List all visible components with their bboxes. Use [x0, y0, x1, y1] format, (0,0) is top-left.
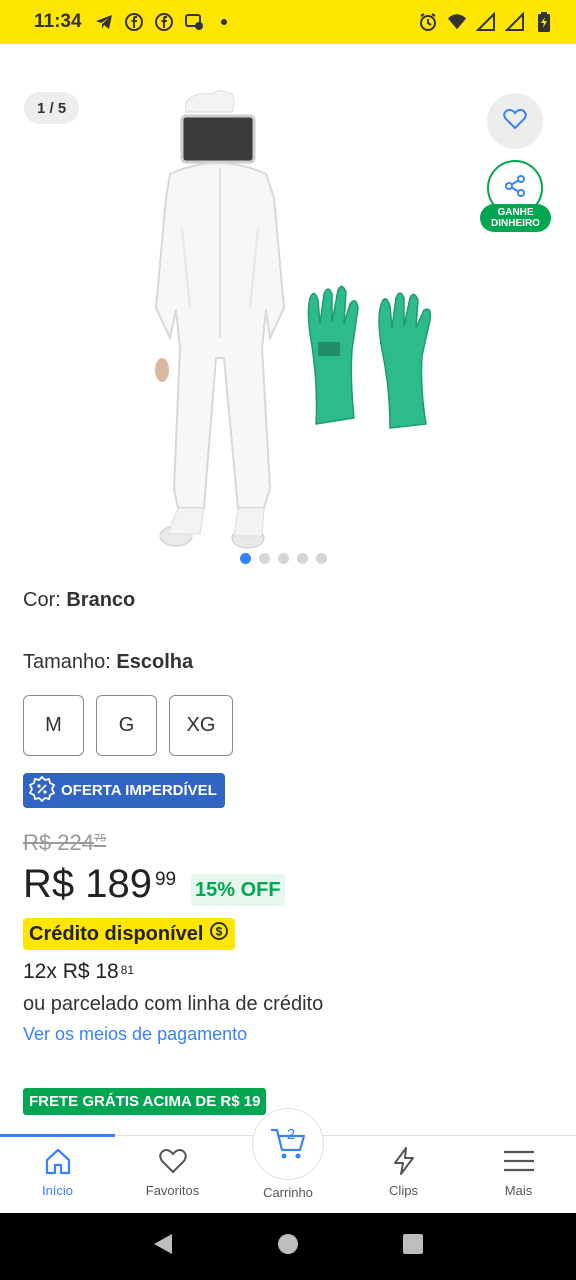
payment-methods-link[interactable]: Ver os meios de pagamento: [23, 1024, 247, 1045]
credit-available-badge: Crédito disponível $: [23, 918, 236, 950]
nav-item-home[interactable]: Início: [0, 1146, 115, 1198]
system-navigation-bar: [0, 1213, 576, 1280]
coin-icon: $: [209, 921, 229, 947]
discount-badge: 15% OFF: [191, 874, 285, 906]
nav-item-clips[interactable]: Clips: [346, 1146, 461, 1198]
telegram-icon: [94, 12, 114, 32]
dot-icon: [214, 12, 234, 32]
share-icon: [503, 174, 527, 203]
facebook-icon: [154, 12, 174, 32]
heart-icon: [503, 108, 527, 135]
cart-icon: 2: [268, 1122, 308, 1167]
recents-icon[interactable]: [402, 1233, 424, 1260]
pagination-dot[interactable]: [259, 553, 270, 564]
active-tab-indicator: [0, 1134, 115, 1137]
heart-icon: [158, 1146, 188, 1179]
battery-icon: [534, 12, 554, 32]
old-price: R$ 22475: [23, 830, 107, 855]
discount-seal-icon: [28, 775, 56, 806]
home-icon: [43, 1146, 73, 1179]
size-option-g[interactable]: G: [96, 695, 157, 756]
pagination-dot[interactable]: [297, 553, 308, 564]
facebook-icon: [124, 12, 144, 32]
free-shipping-badge: FRETE GRÁTIS ACIMA DE R$ 19: [23, 1088, 267, 1115]
pagination-dot[interactable]: [240, 553, 251, 564]
favorite-button[interactable]: [487, 93, 543, 149]
cart-label[interactable]: Carrinho: [230, 1185, 346, 1200]
pagination-dot[interactable]: [278, 553, 289, 564]
status-bar: 11:34: [0, 0, 576, 44]
back-icon[interactable]: [152, 1232, 174, 1261]
color-value: Branco: [66, 589, 136, 611]
size-option-m[interactable]: M: [23, 695, 84, 756]
wifi-icon: [447, 12, 467, 32]
product-gallery[interactable]: 1 / 5 GANHE DINHEIRO: [0, 44, 576, 574]
bottom-navigation: Início Favoritos 2 Carrinho Clips Mais: [0, 1108, 576, 1213]
gallery-pagination[interactable]: [240, 553, 327, 564]
status-time: 11:34: [34, 11, 82, 32]
svg-text:$: $: [216, 925, 223, 939]
nav-item-favorites[interactable]: Favoritos: [115, 1146, 230, 1198]
size-value: Escolha: [116, 651, 194, 673]
signal-icon: [505, 12, 525, 32]
nav-item-more[interactable]: Mais: [461, 1146, 576, 1198]
alarm-icon: [418, 12, 438, 32]
current-price: R$ 189 99: [23, 862, 177, 906]
menu-icon: [503, 1146, 535, 1179]
product-image[interactable]: [120, 88, 460, 558]
image-counter: 1 / 5: [24, 92, 80, 124]
messenger-icon: [184, 12, 204, 32]
size-options: M G XG: [23, 695, 233, 756]
lightning-icon: [389, 1146, 419, 1179]
installments-text: 12x R$ 18 81: [23, 960, 135, 983]
nav-item-cart[interactable]: 2: [252, 1108, 324, 1180]
color-row: Cor: Branco: [23, 589, 136, 611]
signal-icon: [476, 12, 496, 32]
size-row: Tamanho: Escolha: [23, 651, 194, 673]
credit-line-text: ou parcelado com linha de crédito: [23, 993, 324, 1015]
earn-money-badge[interactable]: GANHE DINHEIRO: [480, 204, 551, 232]
size-option-xg[interactable]: XG: [169, 695, 233, 756]
cart-count: 2: [287, 1126, 295, 1143]
pagination-dot[interactable]: [316, 553, 327, 564]
offer-badge: OFERTA IMPERDÍVEL: [23, 773, 225, 808]
home-circle-icon[interactable]: [277, 1233, 299, 1260]
